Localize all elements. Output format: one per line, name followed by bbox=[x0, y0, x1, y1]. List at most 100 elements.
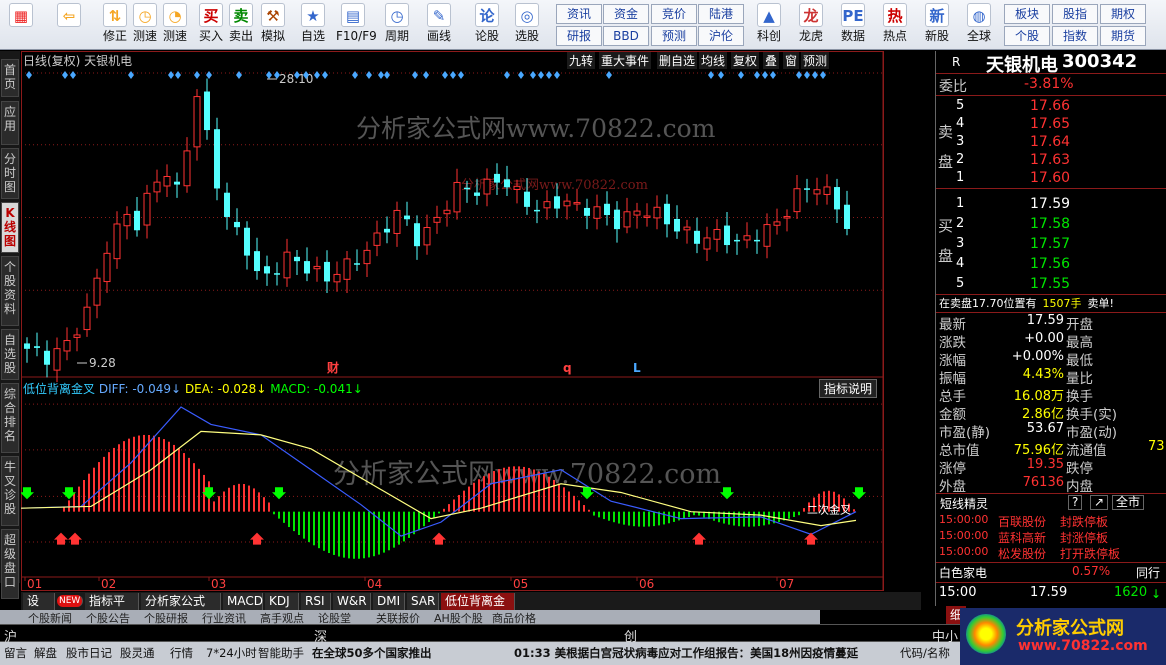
toolbar-tag-button[interactable]: 竞价 bbox=[651, 4, 697, 24]
indicator-tab[interactable]: W&R bbox=[333, 593, 371, 610]
vtab-7[interactable]: 牛叉诊股 bbox=[1, 456, 19, 526]
toolbar-button-clock[interactable]: ◔ 测速 bbox=[158, 2, 192, 48]
vtab-8[interactable]: 超级盘口 bbox=[1, 529, 19, 599]
month-label: 04 bbox=[367, 577, 382, 591]
candle-body bbox=[694, 230, 700, 244]
sector-name[interactable]: 白色家电 bbox=[939, 564, 987, 582]
bottom-tool-button[interactable]: 解盘 bbox=[34, 645, 57, 661]
bottom-tool-button[interactable]: 智能助手 bbox=[258, 645, 304, 661]
bottom-tool-button[interactable]: 7*24小时 bbox=[206, 645, 257, 661]
toolbar-tag-button[interactable]: 资金 bbox=[603, 4, 649, 24]
code-search-label[interactable]: 代码/名称 bbox=[900, 645, 950, 661]
chart-option-button[interactable]: 预测 bbox=[801, 52, 830, 69]
candle-body bbox=[773, 221, 781, 226]
stat-label-right: 换手(实) bbox=[1066, 407, 1118, 423]
toolbar-tag-button[interactable]: 陆港 bbox=[698, 4, 744, 24]
toolbar-button-sell[interactable]: 卖卖出 bbox=[224, 2, 258, 48]
toolbar-tag-button[interactable]: 股指 bbox=[1052, 4, 1098, 24]
chart-option-button[interactable]: 叠 bbox=[763, 52, 780, 69]
watermark: 分析家公式网www.70822.com bbox=[333, 459, 721, 490]
vtab-4[interactable]: 个股资料 bbox=[1, 256, 19, 326]
toolbar-tag-button[interactable]: 研报 bbox=[556, 26, 602, 46]
event-stock[interactable]: 松发股份 bbox=[998, 545, 1046, 563]
indicator-tab[interactable]: 设置 bbox=[23, 593, 55, 624]
toolbar-tag-button[interactable]: 板块 bbox=[1004, 4, 1050, 24]
toolbar-button-period[interactable]: ◷ 周期 bbox=[380, 2, 414, 48]
jingling-button[interactable]: ↗ bbox=[1090, 495, 1109, 510]
chart-option-button[interactable]: 复权 bbox=[731, 52, 760, 69]
toolbar-button-comment[interactable]: 论论股 bbox=[470, 2, 504, 48]
candle-body bbox=[804, 188, 810, 190]
toolbar-button-up-down[interactable]: ⇅ 修正 bbox=[98, 2, 132, 48]
indicator-tab[interactable]: 指标平台 bbox=[85, 593, 139, 624]
vtab-5[interactable]: 自选股 bbox=[1, 329, 19, 380]
news-tab[interactable]: 个股研报 bbox=[144, 610, 188, 624]
toolbar-tag-button[interactable]: 期权 bbox=[1100, 4, 1146, 24]
bottom-tool-button[interactable]: 行情 bbox=[170, 645, 193, 661]
news-tab[interactable]: 个股新闻 bbox=[28, 610, 72, 624]
candle-body bbox=[343, 258, 351, 280]
indicator-tab[interactable]: SAR bbox=[407, 593, 439, 610]
vtab-1[interactable]: 应用 bbox=[1, 101, 19, 145]
candle-body bbox=[423, 227, 431, 246]
toolbar-button-dragon[interactable]: 龙龙虎 bbox=[794, 2, 828, 48]
toolbar-button-f10[interactable]: ▤ F10/F9 bbox=[336, 2, 377, 48]
bottom-tool-button[interactable]: 留言 bbox=[4, 645, 27, 661]
toolbar-button-windows[interactable]: ▦ bbox=[4, 2, 38, 48]
indicator-tab[interactable]: MACD bbox=[223, 593, 263, 610]
news-tab[interactable]: 行业资讯 bbox=[202, 610, 246, 624]
chart-option-button[interactable]: 窗 bbox=[783, 52, 800, 69]
toolbar-tag-button[interactable]: BBD bbox=[603, 26, 649, 46]
toolbar-button-chart[interactable]: ▲ 科创 bbox=[752, 2, 786, 48]
indicator-tab[interactable]: DMI bbox=[373, 593, 405, 610]
kline-chart-area[interactable]: 28.1023.4418.7214.00分析家公式网www.70822.com分… bbox=[21, 51, 884, 591]
bottom-tool-button[interactable]: 股市日记 bbox=[66, 645, 112, 661]
peer-button[interactable]: 同行 bbox=[1136, 564, 1160, 582]
chart-option-button[interactable]: 重大事件 bbox=[599, 52, 652, 69]
toolbar-tag-button[interactable]: 预测 bbox=[651, 26, 697, 46]
toolbar-button-ipo[interactable]: 新新股 bbox=[920, 2, 954, 48]
indicator-tab[interactable]: 分析家公式网 bbox=[141, 593, 221, 624]
chart-option-button[interactable]: 九转 bbox=[567, 52, 596, 69]
stat-label: 总市值 bbox=[939, 443, 980, 459]
vtab-6[interactable]: 综合排名 bbox=[1, 383, 19, 453]
indicator-tab[interactable]: 低位背离金叉 bbox=[441, 593, 515, 624]
toolbar-button-pen[interactable]: ✎ 画线 bbox=[422, 2, 456, 48]
news-tab[interactable]: 商品价格 bbox=[492, 610, 536, 624]
toolbar-tag-button[interactable]: 指数 bbox=[1052, 26, 1098, 46]
toolbar-tag-button[interactable]: 个股 bbox=[1004, 26, 1050, 46]
news-tab[interactable]: 论股堂 bbox=[318, 610, 351, 624]
news-tab[interactable]: 关联报价 bbox=[376, 610, 420, 624]
candle-body bbox=[214, 129, 220, 189]
vtab-3[interactable]: K线图 bbox=[1, 202, 19, 253]
news-tab[interactable]: 高手观点 bbox=[260, 610, 304, 624]
toolbar-button-star[interactable]: ★ 自选 bbox=[296, 2, 330, 48]
toolbar-button-buy[interactable]: 买买入 bbox=[194, 2, 228, 48]
candle-body bbox=[593, 206, 601, 219]
toolbar-tag-button[interactable]: 沪伦 bbox=[698, 26, 744, 46]
toolbar-button-timer[interactable]: ◷ 测速 bbox=[128, 2, 162, 48]
candle-body bbox=[393, 209, 401, 234]
toolbar-button-hot[interactable]: 热热点 bbox=[878, 2, 912, 48]
toolbar-tag-button[interactable]: 资讯 bbox=[556, 4, 602, 24]
toolbar-button-hammer[interactable]: ⚒ 模拟 bbox=[256, 2, 290, 48]
stat-label-right: 跌停 bbox=[1066, 461, 1093, 477]
jingling-button[interactable]: ? bbox=[1068, 495, 1083, 510]
jingling-button[interactable]: 全市 bbox=[1112, 495, 1145, 510]
vtab-2[interactable]: 分时图 bbox=[1, 148, 19, 199]
toolbar-button-select[interactable]: ◎ 选股 bbox=[510, 2, 544, 48]
chart-option-button[interactable]: 均线 bbox=[699, 52, 728, 69]
indicator-help-button[interactable]: 指标说明 bbox=[819, 379, 878, 398]
news-tab[interactable]: AH股个股 bbox=[434, 610, 483, 624]
indicator-tab[interactable]: KDJ bbox=[265, 593, 299, 610]
vtab-0[interactable]: 首页 bbox=[1, 59, 19, 97]
indicator-tab[interactable]: RSI bbox=[301, 593, 331, 610]
toolbar-button-globe[interactable]: ◍ 全球 bbox=[962, 2, 996, 48]
candle-body bbox=[153, 181, 161, 193]
chart-option-button[interactable]: 删自选 bbox=[657, 52, 698, 69]
toolbar-button-pe[interactable]: PE 数据 bbox=[836, 2, 870, 48]
news-tab[interactable]: 个股公告 bbox=[86, 610, 130, 624]
toolbar-tag-button[interactable]: 期货 bbox=[1100, 26, 1146, 46]
bottom-tool-button[interactable]: 股灵通 bbox=[120, 645, 155, 661]
toolbar-button-back-arrow[interactable]: ⇦ bbox=[52, 2, 86, 48]
